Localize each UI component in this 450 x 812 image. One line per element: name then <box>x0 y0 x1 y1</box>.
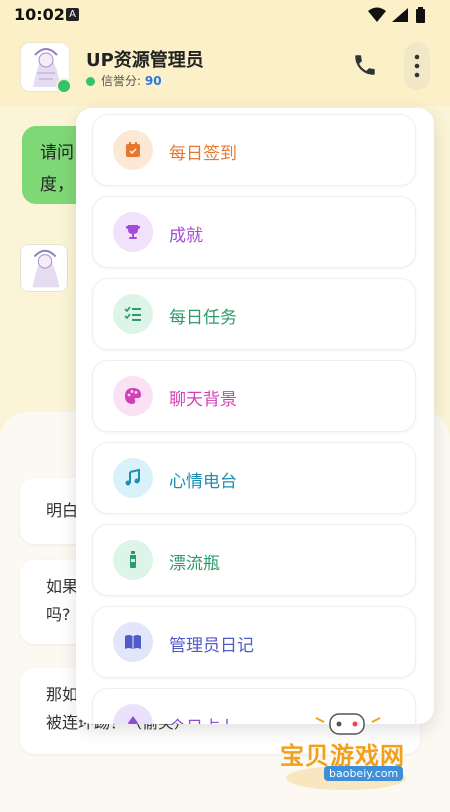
more-options-button[interactable] <box>404 42 430 90</box>
suggestion-text: 吗? <box>46 605 71 624</box>
menu-item-label: 每日签到 <box>169 144 237 164</box>
status-time: 10:02 <box>14 5 65 24</box>
battery-icon <box>416 7 425 23</box>
signal-icon <box>392 8 408 22</box>
menu-item-chat-background[interactable]: 聊天背景 <box>92 360 416 432</box>
menu-item-daily-checkin[interactable]: 每日签到 <box>92 114 416 186</box>
bottle-icon <box>113 540 153 580</box>
online-status-dot <box>56 78 72 94</box>
contact-avatar[interactable] <box>20 42 72 94</box>
status-bar: 10:02 A <box>0 0 450 30</box>
menu-item-achievements[interactable]: 成就 <box>92 196 416 268</box>
more-vertical-icon <box>414 54 420 78</box>
suggestion-text: 明白 <box>46 501 79 520</box>
message-line: 度， <box>40 175 74 195</box>
menu-item-daily-tasks[interactable]: 每日任务 <box>92 278 416 350</box>
chat-header: UP资源管理员 信誉分: 90 <box>0 30 450 106</box>
book-icon <box>113 622 153 662</box>
suggestion-text: 如果 <box>46 577 79 596</box>
menu-item-label: 管理员日记 <box>169 636 254 656</box>
palette-icon <box>113 376 153 416</box>
checklist-icon <box>113 294 153 334</box>
menu-item-label: 成就 <box>169 226 203 246</box>
reputation-score: 信誉分: 90 <box>86 72 162 89</box>
reputation-label: 信誉分: <box>101 74 142 88</box>
message-line: 请问 <box>40 143 74 163</box>
phone-icon <box>355 55 375 75</box>
menu-item-mood-radio[interactable]: 心情电台 <box>92 442 416 514</box>
crystal-icon <box>113 704 153 724</box>
status-dot <box>86 77 95 86</box>
notification-badge: A <box>66 8 79 21</box>
music-note-icon <box>113 458 153 498</box>
wifi-icon <box>368 7 386 22</box>
anime-avatar-icon <box>21 245 67 291</box>
contact-name: UP资源管理员 <box>86 50 204 71</box>
calendar-check-icon <box>113 130 153 170</box>
suggestion-text: 那如 <box>46 685 79 704</box>
trophy-icon <box>113 212 153 252</box>
menu-item-label: 每日任务 <box>169 308 237 328</box>
bot-avatar[interactable] <box>20 244 68 292</box>
menu-item-label: 心情电台 <box>169 472 237 492</box>
menu-item-label: 聊天背景 <box>169 390 237 410</box>
reputation-value: 90 <box>144 74 162 88</box>
menu-item-label: 漂流瓶 <box>169 554 220 574</box>
menu-item-label: 今日占卜 <box>169 713 237 724</box>
status-icons <box>366 6 440 28</box>
menu-item-drift-bottle[interactable]: 漂流瓶 <box>92 524 416 596</box>
phone-call-button[interactable] <box>352 52 378 78</box>
options-dropdown-menu: 每日签到 成就 每日任务 聊天背景 心情电台 漂流瓶 管理员日记 <box>76 108 434 724</box>
menu-item-admin-diary[interactable]: 管理员日记 <box>92 606 416 678</box>
watermark-url: baobeiy.com <box>324 766 404 781</box>
